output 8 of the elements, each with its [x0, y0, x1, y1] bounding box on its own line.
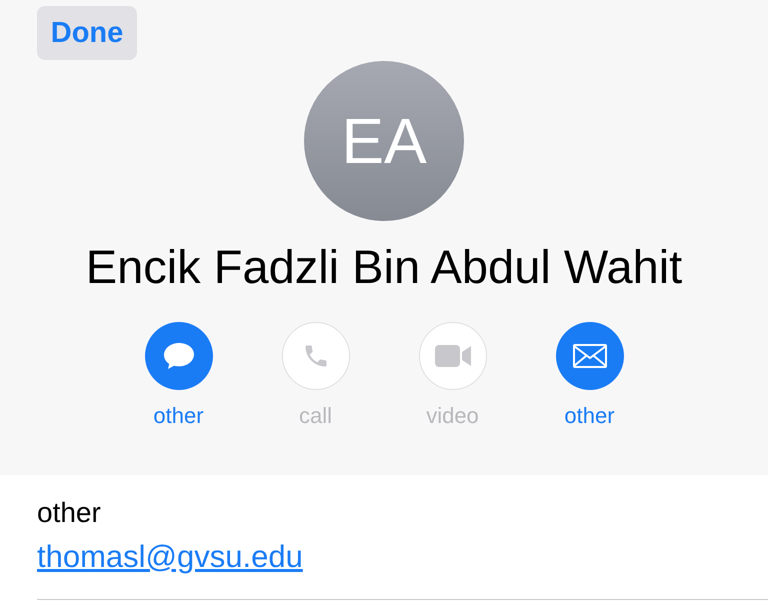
email-link[interactable]: thomasl@gvsu.edu: [37, 539, 303, 575]
speech-bubble-icon: [162, 342, 194, 370]
field-label: other: [37, 497, 102, 529]
video-camera-icon: [434, 345, 470, 367]
done-button[interactable]: Done: [37, 6, 137, 60]
envelope-icon: [572, 344, 606, 368]
contact-name: Encik Fadzli Bin Abdul Wahit: [86, 239, 682, 294]
avatar: EA: [304, 61, 464, 221]
